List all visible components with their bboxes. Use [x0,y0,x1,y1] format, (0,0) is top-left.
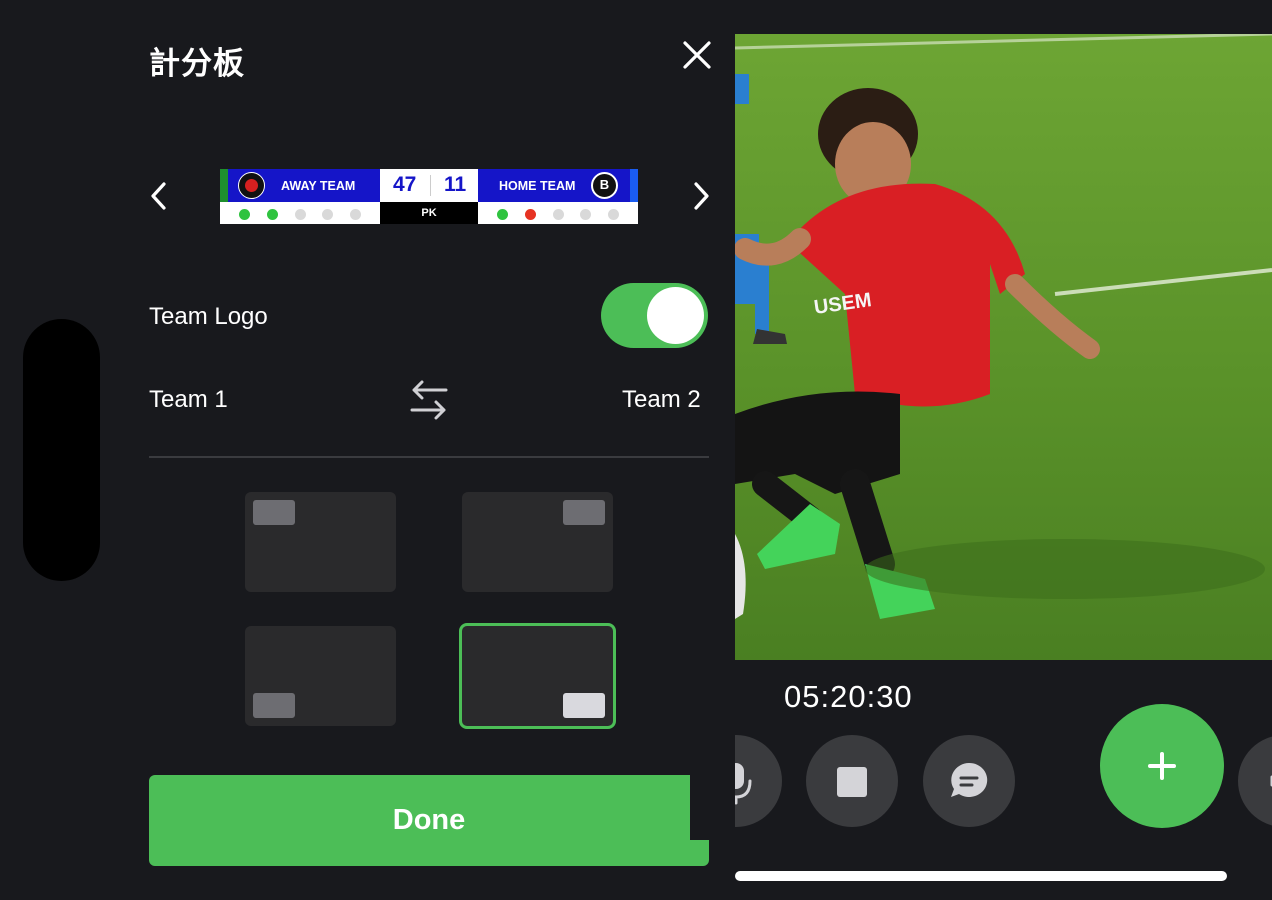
recording-timer: 05:20:30 [784,679,913,714]
home-team-logo: B [591,172,618,199]
team1-label: Team 1 [149,386,228,413]
team-logo-toggle[interactable] [601,283,708,348]
period-label: PK [380,202,478,224]
camera-frame-image: USEM [735,34,1272,660]
away-accent-bar [220,169,228,202]
scoreboard-preview[interactable]: AWAY TEAM 47 11 HOME TEAM B PK [220,169,638,224]
add-icon [1148,752,1176,780]
away-score: 47 [393,173,417,196]
scoreboard-position-marker [563,500,605,525]
more-button[interactable] [1238,735,1272,827]
swap-arrows-icon[interactable] [408,378,450,422]
position-top-right[interactable] [462,492,613,592]
scoreboard-panel: 計分板 AWAY TEAM 47 11 HOME TEAM B PK Team … [0,0,735,900]
home-score: 11 [444,173,467,196]
away-team-panel: AWAY TEAM [228,169,380,202]
score-box: 47 11 [380,169,478,202]
home-accent-bar [630,169,638,202]
home-shootout-dot [580,209,592,220]
home-team-name: HOME TEAM [499,179,576,193]
panel-title: 計分板 [149,46,245,81]
home-indicator [735,871,1227,881]
close-icon[interactable] [680,38,714,72]
toggle-knob [647,287,704,344]
home-shootout-dot [552,209,564,220]
done-button[interactable]: Done [149,775,709,866]
away-team-logo [238,172,265,199]
stop-icon [837,767,867,797]
position-bottom-right[interactable] [459,623,616,729]
position-top-left[interactable] [245,492,396,592]
chevron-left-icon[interactable] [141,178,177,214]
home-shootout-dot [497,209,508,220]
home-shootout-dot [608,209,620,220]
home-shootout-dot [524,209,536,220]
more-icon [1270,775,1272,787]
scoreboard-position-marker [253,500,295,525]
add-button[interactable] [1100,704,1224,828]
away-shootout-dot [266,209,278,220]
chevron-right-icon[interactable] [683,178,719,214]
away-shootout-dot [294,209,306,220]
scoreboard-position-marker [253,693,295,718]
away-team-name: AWAY TEAM [281,179,356,193]
shootout-row: PK [220,202,638,224]
chat-icon [951,762,988,797]
away-shootout-dot [239,209,250,220]
team2-label: Team 2 [622,386,701,413]
position-bottom-left[interactable] [245,626,396,726]
away-shootout-dot [350,209,362,220]
chat-button[interactable] [923,735,1015,827]
team-logo-label: Team Logo [149,303,268,330]
camera-preview: USEM [735,34,1272,660]
home-team-panel: HOME TEAM B [478,169,630,202]
scoreboard-position-marker [563,693,605,718]
away-shootout-dot [322,209,334,220]
stop-button[interactable] [806,735,898,827]
divider [149,456,709,458]
